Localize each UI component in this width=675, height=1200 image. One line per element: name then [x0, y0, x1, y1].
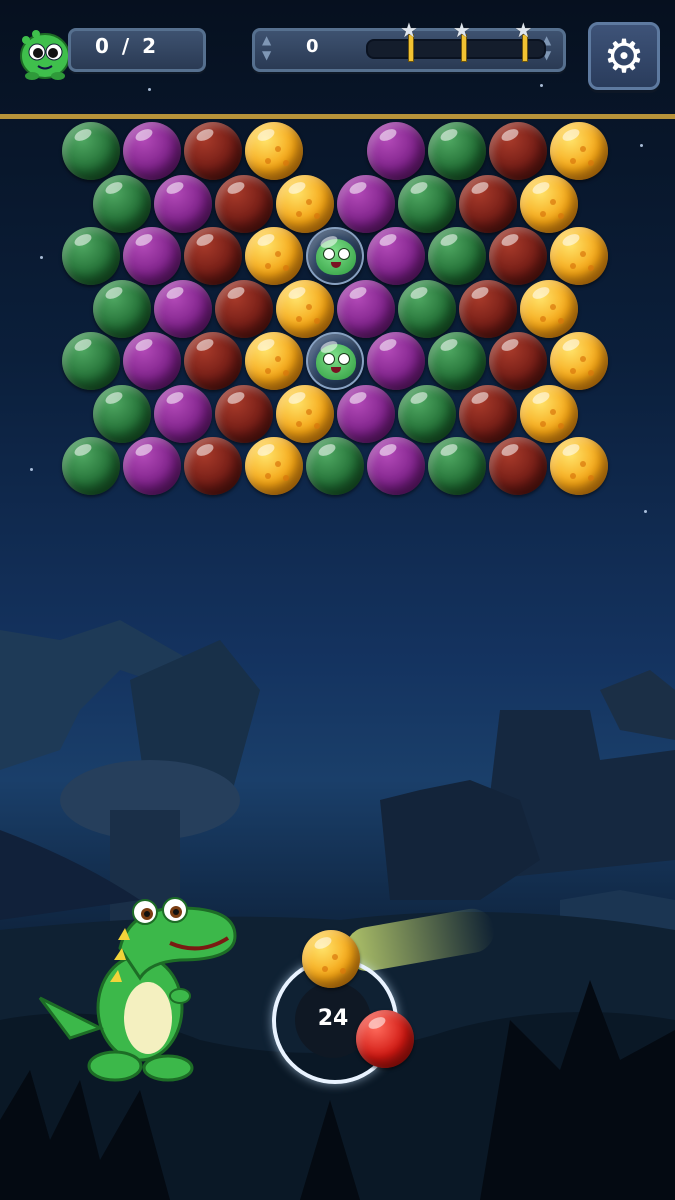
- green-bubble: [428, 227, 486, 285]
- yellow-bubble: [550, 332, 608, 390]
- yellow-bubble: [275, 384, 334, 443]
- green-bubble: [306, 437, 364, 495]
- red-bubble: [489, 332, 547, 390]
- red-bubble: [214, 279, 273, 338]
- purple-bubble: [367, 437, 425, 495]
- yellow-bubble: [519, 384, 578, 443]
- rescue-counter: 0 / 2: [95, 34, 160, 58]
- red-bubble: [184, 227, 242, 285]
- current-bubble[interactable]: [302, 930, 360, 988]
- next-bubble[interactable]: [356, 1010, 414, 1068]
- green-bubble: [62, 332, 120, 390]
- purple-bubble: [123, 437, 181, 495]
- purple-bubble: [153, 279, 212, 338]
- arrow-up-icon: ▲: [262, 33, 272, 47]
- green-bubble: [397, 174, 456, 233]
- yellow-bubble: [275, 174, 334, 233]
- red-bubble: [489, 227, 547, 285]
- green-bubble: [428, 437, 486, 495]
- purple-bubble: [123, 332, 181, 390]
- settings-button[interactable]: ⚙: [588, 22, 660, 90]
- trapped-dino-bubble: [306, 227, 364, 285]
- star-icon: ★: [514, 18, 533, 42]
- red-bubble: [458, 384, 517, 443]
- ceiling-line: [0, 114, 675, 119]
- dino-character: [38, 897, 237, 1082]
- red-bubble: [214, 174, 273, 233]
- red-bubble: [184, 437, 242, 495]
- yellow-bubble: [550, 122, 608, 180]
- red-bubble: [214, 384, 273, 443]
- green-bubble: [92, 174, 151, 233]
- purple-bubble: [336, 384, 395, 443]
- shots-remaining: 24: [317, 1006, 349, 1031]
- purple-bubble: [123, 227, 181, 285]
- star-decoration: [640, 144, 643, 147]
- star-icon: ★: [452, 18, 471, 42]
- green-bubble: [397, 279, 456, 338]
- yellow-bubble: [245, 437, 303, 495]
- green-bubble: [92, 384, 151, 443]
- red-bubble: [184, 332, 242, 390]
- red-bubble: [184, 122, 242, 180]
- yellow-bubble: [245, 122, 303, 180]
- star-decoration: [644, 510, 647, 513]
- progress-star-marker: ★: [400, 18, 420, 62]
- yellow-bubble: [550, 227, 608, 285]
- yellow-bubble: [275, 279, 334, 338]
- purple-bubble: [367, 227, 425, 285]
- green-bubble: [62, 227, 120, 285]
- green-bubble: [428, 122, 486, 180]
- arrow-down-icon: ▼: [262, 48, 272, 62]
- green-bubble: [428, 332, 486, 390]
- green-bubble: [62, 437, 120, 495]
- star-decoration: [40, 256, 43, 259]
- green-bubble: [62, 122, 120, 180]
- star-icon: ★: [400, 18, 418, 42]
- score-value: 0: [306, 36, 319, 57]
- green-bubble: [397, 384, 456, 443]
- purple-bubble: [153, 174, 212, 233]
- red-bubble: [489, 437, 547, 495]
- yellow-bubble: [519, 279, 578, 338]
- purple-bubble: [367, 332, 425, 390]
- yellow-bubble: [519, 174, 578, 233]
- yellow-bubble: [245, 227, 303, 285]
- gear-icon: ⚙: [603, 29, 645, 83]
- star-decoration: [30, 468, 33, 471]
- purple-bubble: [367, 122, 425, 180]
- progress-star-marker: ★: [514, 18, 534, 62]
- top-hud: 0 / 2 ▲ ▼ ▲ ▼ 0 ★ ★ ★ ⚙: [0, 0, 675, 118]
- purple-bubble: [336, 174, 395, 233]
- red-bubble: [489, 122, 547, 180]
- yellow-bubble: [550, 437, 608, 495]
- progress-star-marker: ★: [452, 18, 473, 62]
- baby-dino-icon: [316, 344, 356, 380]
- purple-bubble: [123, 122, 181, 180]
- red-bubble: [458, 174, 517, 233]
- green-bubble: [92, 279, 151, 338]
- purple-bubble: [153, 384, 212, 443]
- baby-dino-icon: [316, 239, 356, 275]
- yellow-bubble: [245, 332, 303, 390]
- purple-bubble: [336, 279, 395, 338]
- red-bubble: [458, 279, 517, 338]
- trapped-dino-bubble: [306, 332, 364, 390]
